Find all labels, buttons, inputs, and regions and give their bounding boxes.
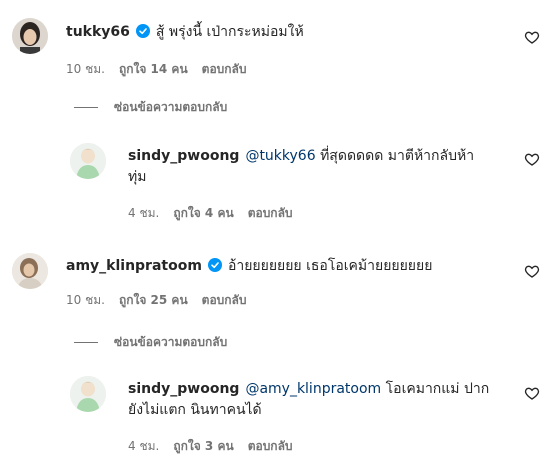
likes-count[interactable]: ถูกใจ 3 คน	[173, 439, 233, 453]
mention-link[interactable]: @amy_klinpratoom	[245, 381, 381, 397]
reply-text: โอเคมากแม่ ปาก	[381, 381, 490, 397]
likes-count[interactable]: ถูกใจ 25 คน	[119, 293, 188, 307]
avatar[interactable]	[70, 376, 106, 412]
username[interactable]: sindy_pwoong	[128, 381, 239, 397]
likes-count[interactable]: ถูกใจ 4 คน	[173, 206, 233, 220]
username[interactable]: amy_klinpratoom	[66, 258, 202, 274]
avatar[interactable]	[12, 253, 48, 289]
reply-button[interactable]: ตอบกลับ	[202, 62, 247, 76]
reply-text-continued: ทุ่ม	[128, 169, 147, 185]
reply-time[interactable]: 4 ชม.	[128, 439, 159, 453]
username[interactable]: sindy_pwoong	[128, 148, 239, 164]
hide-replies-button[interactable]: ซ่อนข้อความตอบกลับ	[74, 99, 227, 115]
divider-line	[74, 342, 98, 343]
verified-badge-icon	[135, 24, 150, 44]
reply-button[interactable]: ตอบกลับ	[248, 439, 293, 453]
heart-outline-icon[interactable]	[524, 29, 540, 45]
hide-replies-button[interactable]: ซ่อนข้อความตอบกลับ	[74, 334, 227, 350]
comment-time[interactable]: 10 ชม.	[66, 293, 105, 307]
reply-text-continued: ยังไม่แตก นินทาคนได้	[128, 402, 262, 418]
heart-outline-icon[interactable]	[524, 263, 540, 279]
avatar[interactable]	[12, 18, 48, 54]
comment-text: สู้ พรุ่งนี้ เป่ากระหม่อมให้	[155, 24, 304, 40]
heart-outline-icon[interactable]	[524, 151, 540, 167]
reply-button[interactable]: ตอบกลับ	[202, 293, 247, 307]
verified-badge-icon	[207, 258, 222, 278]
comment-time[interactable]: 10 ชม.	[66, 62, 105, 76]
username[interactable]: tukky66	[66, 24, 130, 40]
mention-link[interactable]: @tukky66	[245, 148, 315, 164]
reply-text: ที่สุดดดดด มาตีห้ากลับห้า	[315, 148, 475, 164]
heart-outline-icon[interactable]	[524, 385, 540, 401]
reply-time[interactable]: 4 ชม.	[128, 206, 159, 220]
avatar[interactable]	[70, 143, 106, 179]
divider-line	[74, 107, 98, 108]
comment-text: อ้ายยยยยยย เธอโอเคม้ายยยยยยย	[227, 258, 433, 274]
likes-count[interactable]: ถูกใจ 14 คน	[119, 62, 188, 76]
reply-button[interactable]: ตอบกลับ	[248, 206, 293, 220]
